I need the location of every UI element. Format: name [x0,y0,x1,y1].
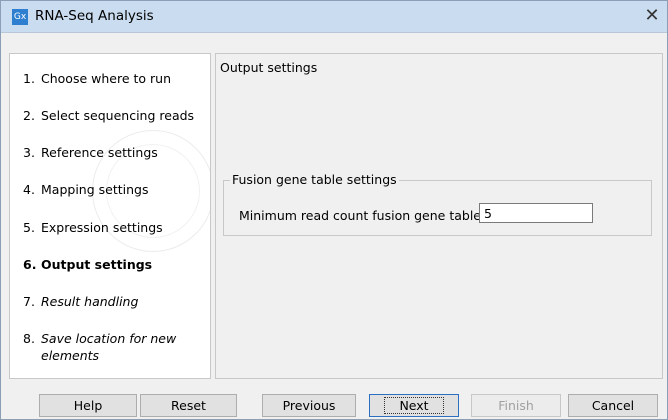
wizard-steps-panel: 1. Choose where to run 2. Select sequencin… [9,53,211,379]
group-legend: Fusion gene table settings [230,172,399,187]
reset-button[interactable]: Reset [140,394,237,417]
step-label: Expression settings [41,220,163,235]
step-label: Save location for new elements [41,331,177,363]
panel-title: Output settings [220,60,318,75]
window-title: RNA-Seq Analysis [35,8,154,24]
step-expression-settings: 5. Expression settings [23,220,163,235]
settings-panel: Output settings Fusion gene table settin… [215,53,663,379]
step-label: Mapping settings [41,182,149,197]
min-read-count-label: Minimum read count fusion gene table [239,208,481,223]
step-number: 3. [23,145,35,160]
previous-button[interactable]: Previous [262,394,356,417]
step-output-settings: 6. Output settings [23,257,152,272]
step-number: 8. [23,331,35,346]
step-choose-where-to-run: 1. Choose where to run [23,71,171,86]
step-reference-settings: 3. Reference settings [23,145,158,160]
finish-button: Finish [471,394,561,417]
step-number: 7. [23,294,35,309]
rna-seq-dialog: Gx RNA-Seq Analysis ✕ 1. Choose where to … [0,0,668,420]
title-bar: Gx RNA-Seq Analysis ✕ [1,1,667,33]
step-save-location: 8. Save location for new elements [23,330,203,364]
min-read-count-input[interactable] [479,203,593,223]
cancel-button[interactable]: Cancel [568,394,658,417]
help-button[interactable]: Help [39,394,137,417]
step-label: Reference settings [41,145,158,160]
step-number: 5. [23,220,35,235]
step-number: 4. [23,182,35,197]
app-logo-icon: Gx [12,9,28,25]
step-select-sequencing-reads: 2. Select sequencing reads [23,108,194,123]
close-icon[interactable]: ✕ [639,3,665,29]
step-result-handling: 7. Result handling [23,294,138,309]
step-number: 6. [23,257,37,272]
step-label: Choose where to run [41,71,171,86]
step-number: 1. [23,71,35,86]
next-button[interactable]: Next [369,394,459,417]
step-label: Result handling [41,294,139,309]
step-label: Select sequencing reads [41,108,195,123]
step-label: Output settings [41,257,153,272]
step-mapping-settings: 4. Mapping settings [23,182,148,197]
next-button-label: Next [384,397,444,414]
step-number: 2. [23,108,35,123]
